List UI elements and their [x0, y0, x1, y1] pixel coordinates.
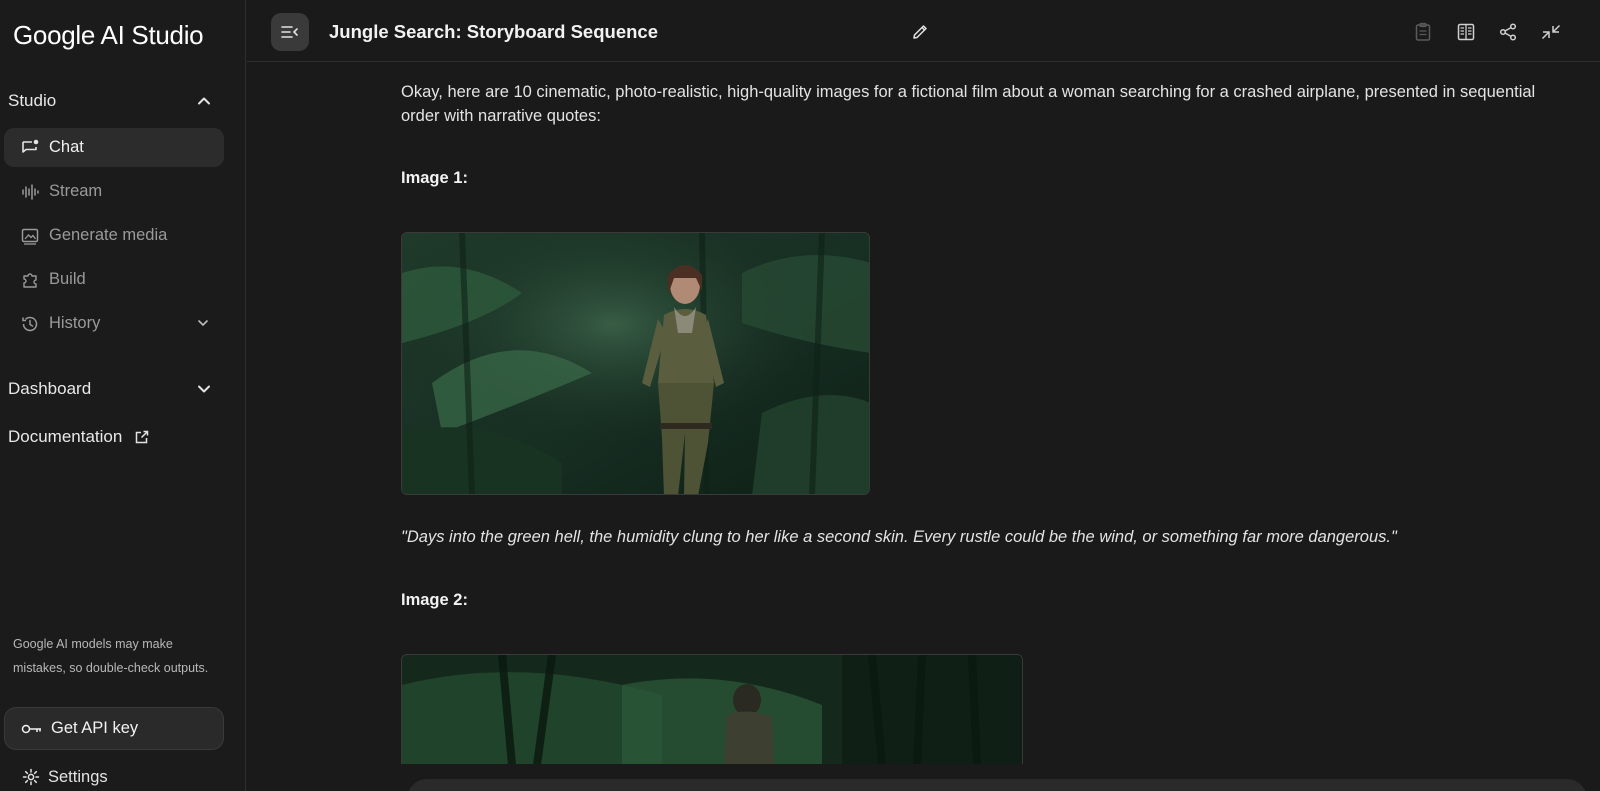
documentation-link[interactable]: Documentation — [8, 422, 150, 452]
generated-image-2[interactable] — [401, 654, 1023, 764]
clipboard-icon[interactable] — [1412, 21, 1434, 43]
edit-icon[interactable] — [911, 23, 929, 41]
sidebar-item-label: Generate media — [49, 226, 168, 244]
sidebar: Google AI Studio Studio Chat Stream Gene… — [0, 0, 246, 791]
gear-icon — [20, 766, 42, 788]
chevron-down-icon — [194, 379, 214, 399]
key-icon — [21, 719, 45, 739]
sidebar-item-label: Chat — [49, 138, 84, 156]
chat-icon — [19, 137, 41, 159]
image-1-label: Image 1: — [401, 169, 468, 187]
history-icon — [19, 313, 41, 335]
settings-label: Settings — [48, 767, 108, 786]
studio-section-toggle[interactable]: Studio — [8, 86, 222, 116]
documentation-label: Documentation — [8, 427, 123, 446]
settings-button[interactable]: Settings — [20, 766, 108, 788]
external-link-icon — [134, 429, 150, 445]
get-api-key-button[interactable]: Get API key — [4, 707, 224, 750]
sidebar-item-label: History — [49, 314, 101, 332]
sidebar-item-label: Stream — [49, 182, 103, 200]
dashboard-section-label: Dashboard — [8, 379, 92, 398]
compare-icon[interactable] — [1455, 21, 1477, 43]
image-2-label: Image 2: — [401, 591, 468, 609]
chat-panel: Okay, here are 10 cinematic, photo-reali… — [247, 63, 1600, 791]
sidebar-item-chat[interactable]: Chat — [4, 128, 224, 167]
sidebar-toggle-button[interactable] — [271, 13, 309, 51]
chevron-up-icon — [194, 91, 214, 111]
response-intro: Okay, here are 10 cinematic, photo-reali… — [401, 83, 1536, 125]
app-logo[interactable]: Google AI Studio — [13, 20, 204, 51]
sidebar-item-generate-media[interactable]: Generate media — [4, 216, 224, 255]
sidebar-item-label: Build — [49, 270, 86, 288]
disclaimer-text: Google AI models may make mistakes, so d… — [13, 637, 209, 675]
sidebar-item-stream[interactable]: Stream — [4, 172, 224, 211]
image-icon — [19, 225, 41, 247]
generated-image-1[interactable] — [401, 232, 870, 495]
waveform-icon — [19, 181, 41, 203]
get-api-key-label: Get API key — [51, 719, 139, 737]
puzzle-icon — [19, 269, 41, 291]
image-1-quote: "Days into the green hell, the humidity … — [401, 528, 1397, 546]
chevron-down-icon[interactable] — [194, 314, 212, 332]
collapse-icon[interactable] — [1540, 21, 1562, 43]
share-icon[interactable] — [1497, 21, 1519, 43]
top-bar: Jungle Search: Storyboard Sequence — [247, 0, 1600, 62]
studio-section-label: Studio — [8, 91, 57, 110]
page-title: Jungle Search: Storyboard Sequence — [329, 21, 658, 42]
sidebar-item-history[interactable]: History — [4, 304, 224, 343]
sidebar-item-build[interactable]: Build — [4, 260, 224, 299]
dashboard-section-toggle[interactable]: Dashboard — [8, 374, 222, 404]
prompt-input-bar[interactable] — [407, 779, 1587, 791]
menu-collapse-icon — [281, 26, 298, 38]
